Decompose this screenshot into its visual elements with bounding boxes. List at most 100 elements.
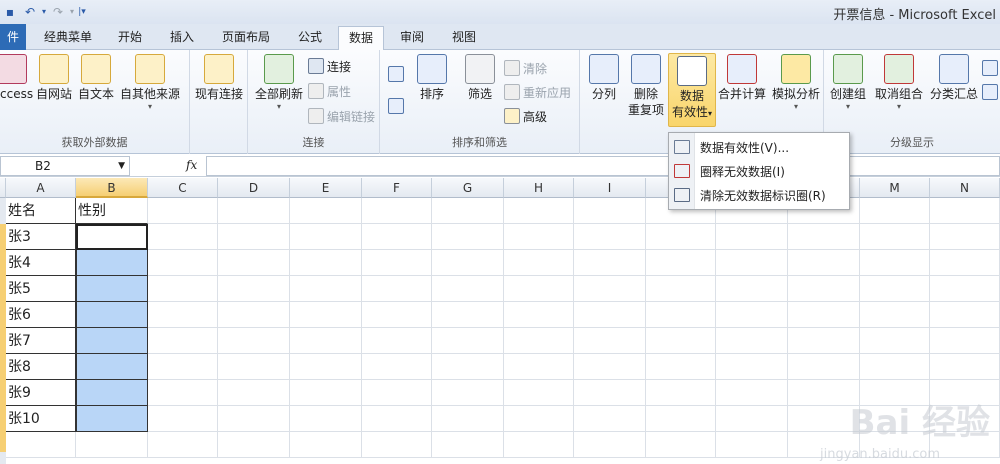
column-header-n[interactable]: N	[930, 178, 1000, 198]
sort-button[interactable]: 排序	[414, 54, 450, 102]
cell-h6[interactable]	[504, 328, 574, 354]
cell-g4[interactable]	[432, 276, 504, 302]
cell-i3[interactable]	[574, 250, 646, 276]
tab-file[interactable]: 件	[0, 24, 26, 50]
cell-c4[interactable]	[148, 276, 218, 302]
save-icon[interactable]: ▪	[0, 3, 20, 21]
cell-k4[interactable]	[716, 276, 788, 302]
sort-asc-button[interactable]	[388, 64, 404, 84]
cell-h8[interactable]	[504, 380, 574, 406]
reapply-button[interactable]: 重新应用	[504, 82, 571, 102]
cell-c8[interactable]	[148, 380, 218, 406]
cell-k10[interactable]	[716, 432, 788, 458]
cell-i5[interactable]	[574, 302, 646, 328]
redo-dropdown-icon[interactable]: ▾	[68, 3, 76, 21]
cell-e5[interactable]	[290, 302, 362, 328]
tab-review[interactable]: 审阅	[390, 26, 434, 50]
cell-l2[interactable]	[788, 224, 860, 250]
cell-h10[interactable]	[504, 432, 574, 458]
cell-b1[interactable]: 性别	[76, 198, 148, 224]
cell-b6[interactable]	[76, 328, 148, 354]
cell-g7[interactable]	[432, 354, 504, 380]
cell-a10[interactable]	[6, 432, 76, 458]
cell-j3[interactable]	[646, 250, 716, 276]
tab-view[interactable]: 视图	[442, 26, 486, 50]
cell-k6[interactable]	[716, 328, 788, 354]
cell-b3[interactable]	[76, 250, 148, 276]
column-header-d[interactable]: D	[218, 178, 290, 198]
cell-c9[interactable]	[148, 406, 218, 432]
what-if-analysis-button[interactable]: 模拟分析 ▾	[770, 54, 822, 112]
cell-e7[interactable]	[290, 354, 362, 380]
group-rows-button[interactable]: 创建组 ▾	[828, 54, 868, 112]
cell-j9[interactable]	[646, 406, 716, 432]
formula-input[interactable]	[206, 156, 1000, 176]
cell-c2[interactable]	[148, 224, 218, 250]
tab-insert[interactable]: 插入	[160, 26, 204, 50]
from-other-sources-button[interactable]: 自其他来源 ▾	[118, 54, 182, 112]
cell-l5[interactable]	[788, 302, 860, 328]
cell-j5[interactable]	[646, 302, 716, 328]
cell-f4[interactable]	[362, 276, 432, 302]
cell-b8[interactable]	[76, 380, 148, 406]
cell-d3[interactable]	[218, 250, 290, 276]
undo-dropdown-icon[interactable]: ▾	[40, 3, 48, 21]
cell-m2[interactable]	[860, 224, 930, 250]
cell-m3[interactable]	[860, 250, 930, 276]
cell-f5[interactable]	[362, 302, 432, 328]
cell-g5[interactable]	[432, 302, 504, 328]
properties-button[interactable]: 属性	[308, 81, 351, 101]
cell-h1[interactable]	[504, 198, 574, 224]
data-validation-button[interactable]: 数据 有效性▾	[668, 53, 716, 127]
cell-e8[interactable]	[290, 380, 362, 406]
cell-k9[interactable]	[716, 406, 788, 432]
cell-k7[interactable]	[716, 354, 788, 380]
menu-item-data-validation[interactable]: 数据有效性(V)...	[669, 135, 849, 159]
cell-f1[interactable]	[362, 198, 432, 224]
cell-a4[interactable]: 张5	[6, 276, 76, 302]
show-detail-button[interactable]	[982, 58, 998, 78]
cell-j8[interactable]	[646, 380, 716, 406]
cell-e3[interactable]	[290, 250, 362, 276]
existing-connections-button[interactable]: 现有连接	[192, 54, 246, 102]
chevron-down-icon[interactable]: ▼	[118, 157, 125, 175]
cell-a2[interactable]: 张3	[6, 224, 76, 250]
cell-d10[interactable]	[218, 432, 290, 458]
cell-f7[interactable]	[362, 354, 432, 380]
cell-b7[interactable]	[76, 354, 148, 380]
cell-n6[interactable]	[930, 328, 1000, 354]
cell-a9[interactable]: 张10	[6, 406, 76, 432]
cell-i6[interactable]	[574, 328, 646, 354]
cell-h7[interactable]	[504, 354, 574, 380]
cell-e1[interactable]	[290, 198, 362, 224]
cell-h3[interactable]	[504, 250, 574, 276]
name-box[interactable]: B2 ▼	[0, 156, 130, 176]
cell-m6[interactable]	[860, 328, 930, 354]
cell-k8[interactable]	[716, 380, 788, 406]
cell-n1[interactable]	[930, 198, 1000, 224]
cell-j10[interactable]	[646, 432, 716, 458]
cell-l3[interactable]	[788, 250, 860, 276]
tab-home[interactable]: 开始	[108, 26, 152, 50]
cell-f8[interactable]	[362, 380, 432, 406]
cell-c5[interactable]	[148, 302, 218, 328]
cell-g9[interactable]	[432, 406, 504, 432]
column-header-b[interactable]: B	[76, 178, 148, 198]
cell-g10[interactable]	[432, 432, 504, 458]
cell-f10[interactable]	[362, 432, 432, 458]
cell-b2[interactable]	[76, 224, 148, 250]
column-header-h[interactable]: H	[504, 178, 574, 198]
cell-e10[interactable]	[290, 432, 362, 458]
column-header-a[interactable]: A	[6, 178, 76, 198]
cell-b5[interactable]	[76, 302, 148, 328]
subtotal-button[interactable]: 分类汇总	[928, 54, 980, 102]
cell-e9[interactable]	[290, 406, 362, 432]
cell-n5[interactable]	[930, 302, 1000, 328]
ungroup-button[interactable]: 取消组合 ▾	[872, 54, 926, 112]
tab-formulas[interactable]: 公式	[288, 26, 332, 50]
cell-l7[interactable]	[788, 354, 860, 380]
connections-button[interactable]: 连接	[308, 56, 351, 76]
cell-f9[interactable]	[362, 406, 432, 432]
cell-d1[interactable]	[218, 198, 290, 224]
cell-l4[interactable]	[788, 276, 860, 302]
